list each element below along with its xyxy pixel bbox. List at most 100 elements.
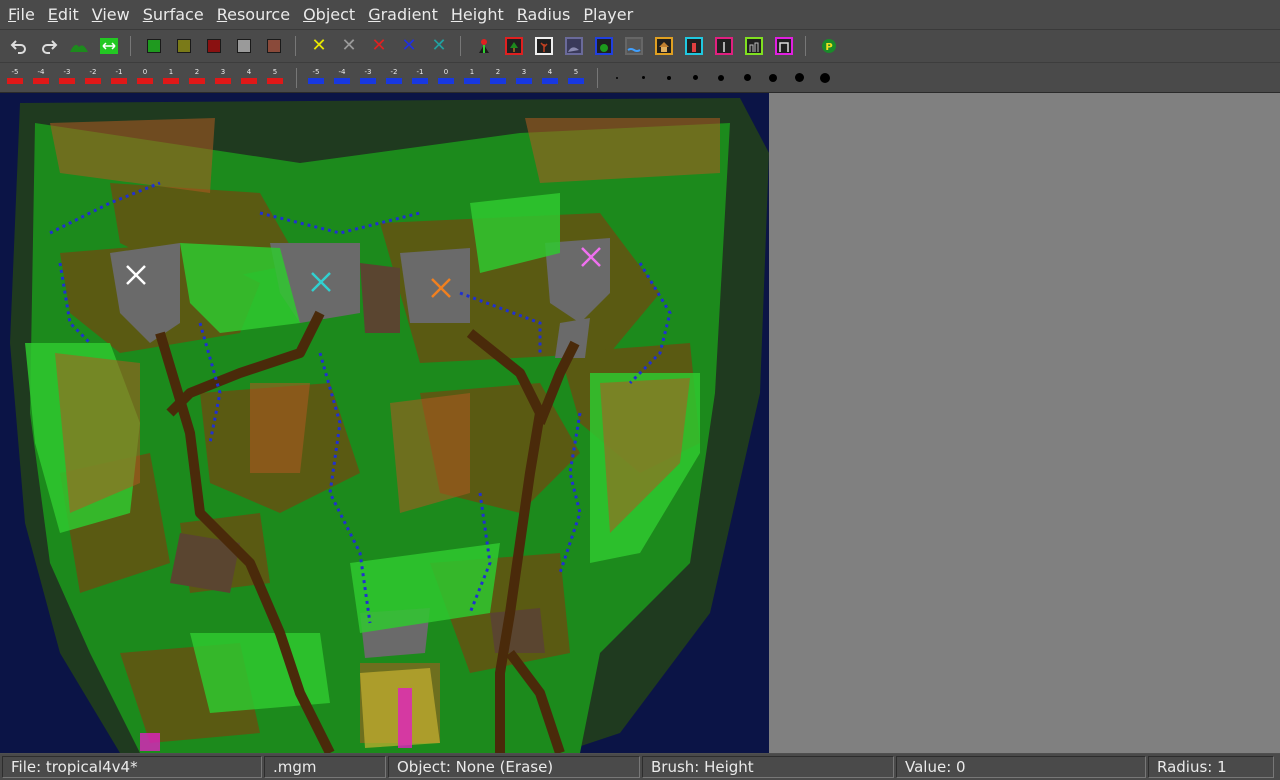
surface-stone-button[interactable] [233, 35, 255, 57]
resize-icon [100, 38, 118, 54]
height-3-button[interactable]: 3 [212, 68, 234, 88]
radius-6-button[interactable] [736, 68, 758, 88]
statue-icon [685, 37, 703, 55]
undo-button[interactable] [8, 35, 30, 57]
terrain-tool-button[interactable] [68, 35, 90, 57]
menu-radius[interactable]: Radius [509, 5, 576, 24]
gradient--4-button[interactable]: -4 [331, 68, 353, 88]
height-1-button[interactable]: 1 [160, 68, 182, 88]
map-canvas[interactable] [0, 93, 769, 753]
menu-edit[interactable]: Edit [40, 5, 84, 24]
radius-dot-icon [820, 72, 830, 83]
menu-surface[interactable]: Surface [135, 5, 209, 24]
menu-bar: File Edit View Surface Resource Object G… [0, 0, 1280, 30]
menu-file[interactable]: File [0, 5, 40, 24]
radius-8-button[interactable] [788, 68, 810, 88]
surface-brown-button[interactable] [263, 35, 285, 57]
radius-3-button[interactable] [658, 68, 680, 88]
height-bar-icon [308, 77, 324, 84]
menu-label: Edit [47, 5, 79, 24]
object-tree-red-button[interactable] [503, 35, 525, 57]
height--1-button[interactable]: -1 [108, 68, 130, 88]
radius-dot-icon [616, 76, 618, 79]
gradient-2-button[interactable]: 2 [487, 68, 509, 88]
menu-label: Radius [516, 5, 571, 24]
menu-gradient[interactable]: Gradient [360, 5, 443, 24]
object-magenta-button[interactable] [773, 35, 795, 57]
radius-dot-icon [743, 74, 751, 81]
rock-icon [565, 37, 583, 55]
gradient-3-button[interactable]: 3 [513, 68, 535, 88]
height-bar-icon [267, 77, 283, 84]
height-5-button[interactable]: 5 [264, 68, 286, 88]
gradient-1-button[interactable]: 1 [461, 68, 483, 88]
height-bar-icon [33, 77, 49, 84]
unit-icon [479, 39, 489, 53]
surface-red-button[interactable] [203, 35, 225, 57]
player-button[interactable]: P [818, 35, 840, 57]
status-value: Value: 0 [896, 756, 1146, 778]
resource-stone-button[interactable]: ✕ [338, 35, 360, 57]
menu-player[interactable]: Player [575, 5, 638, 24]
object-tree-white-button[interactable] [533, 35, 555, 57]
radius-9-button[interactable] [814, 68, 836, 88]
redo-button[interactable] [38, 35, 60, 57]
height--2-button[interactable]: -2 [82, 68, 104, 88]
menu-height[interactable]: Height [443, 5, 509, 24]
menu-resource[interactable]: Resource [209, 5, 295, 24]
object-pink-button[interactable] [713, 35, 735, 57]
grass-swatch-icon [147, 39, 161, 53]
resource-blue-button[interactable]: ✕ [398, 35, 420, 57]
status-brush: Brush: Height [642, 756, 894, 778]
radius-dot-icon [769, 73, 777, 82]
resource-teal-button[interactable]: ✕ [428, 35, 450, 57]
map-view[interactable] [0, 93, 769, 753]
svg-text:P: P [825, 42, 832, 53]
resource-gold-button[interactable]: ✕ [308, 35, 330, 57]
radius-1-button[interactable] [606, 68, 628, 88]
gradient-0-button[interactable]: 0 [435, 68, 457, 88]
olive-swatch-icon [177, 39, 191, 53]
height-4-button[interactable]: 4 [238, 68, 260, 88]
radius-2-button[interactable] [632, 68, 654, 88]
gradient-4-button[interactable]: 4 [539, 68, 561, 88]
height-bar-icon [464, 77, 480, 84]
gradient--5-button[interactable]: -5 [305, 68, 327, 88]
height-2-button[interactable]: 2 [186, 68, 208, 88]
menu-view[interactable]: View [84, 5, 135, 24]
menu-object[interactable]: Object [295, 5, 360, 24]
object-rock-button[interactable] [563, 35, 585, 57]
radius-5-button[interactable] [710, 68, 732, 88]
height--5-button[interactable]: -5 [4, 68, 26, 88]
object-cyan-button[interactable] [683, 35, 705, 57]
bush-icon [595, 37, 613, 55]
height-value-label: -1 [115, 67, 123, 76]
object-water-button[interactable] [623, 35, 645, 57]
height-bar-icon [386, 77, 402, 84]
height--4-button[interactable]: -4 [30, 68, 52, 88]
resize-map-button[interactable] [98, 35, 120, 57]
x-yellow-icon: ✕ [311, 35, 327, 56]
menu-label: Gradient [368, 5, 438, 24]
object-lime-button[interactable] [743, 35, 765, 57]
gradient--3-button[interactable]: -3 [357, 68, 379, 88]
status-file: File: tropical4v4* [2, 756, 262, 778]
object-none-button[interactable] [473, 35, 495, 57]
surface-olive-button[interactable] [173, 35, 195, 57]
height-value-label: 5 [272, 67, 278, 76]
height-0-button[interactable]: 0 [134, 68, 156, 88]
height--3-button[interactable]: -3 [56, 68, 78, 88]
surface-grass-button[interactable] [143, 35, 165, 57]
radius-7-button[interactable] [762, 68, 784, 88]
gradient--2-button[interactable]: -2 [383, 68, 405, 88]
menu-label: Resource [216, 5, 291, 24]
radius-4-button[interactable] [684, 68, 706, 88]
object-house-button[interactable] [653, 35, 675, 57]
hill-texture-center [390, 393, 470, 513]
resource-red-button[interactable]: ✕ [368, 35, 390, 57]
gradient--1-button[interactable]: -1 [409, 68, 431, 88]
stone-swatch-icon [237, 39, 251, 53]
gradient-5-button[interactable]: 5 [565, 68, 587, 88]
toolbar-separator [295, 36, 296, 56]
object-bush-button[interactable] [593, 35, 615, 57]
